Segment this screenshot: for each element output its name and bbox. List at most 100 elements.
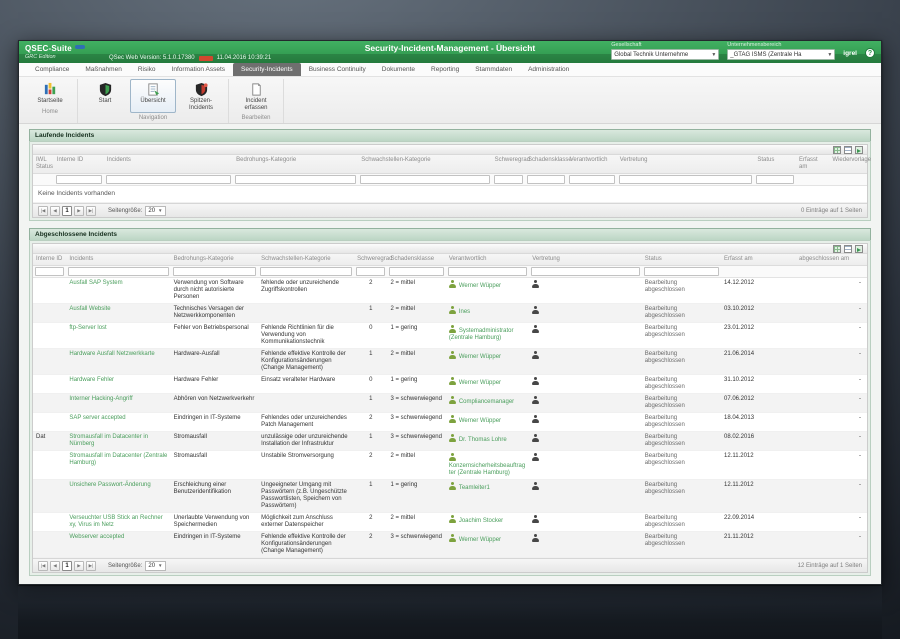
filter-input[interactable] — [105, 175, 232, 184]
column-header[interactable]: Schadensklasse — [387, 254, 446, 266]
startseite-button[interactable]: Startseite — [27, 79, 73, 107]
filter-input[interactable] — [35, 267, 65, 276]
column-header[interactable]: Interne ID — [33, 254, 67, 266]
table-row[interactable]: SAP server accepted Eindringen in IT-Syst… — [33, 412, 867, 432]
menu-item-reporting[interactable]: Reporting — [423, 63, 467, 76]
incident-link[interactable]: Unsichere Passwort-Änderung — [69, 482, 150, 488]
table-row[interactable]: ftp-Server lost Fehler von Betriebsperson… — [33, 322, 867, 349]
incident-link[interactable]: SAP server accepted — [69, 415, 125, 421]
column-header[interactable]: Bedrohungs-Kategorie — [170, 254, 259, 266]
menu-item-massnahmen[interactable]: Maßnahmen — [77, 63, 130, 76]
column-header[interactable]: Bedrohungs-Kategorie — [233, 155, 359, 174]
responsible-link[interactable]: Dr. Thomas Lohre — [459, 437, 507, 443]
table-row[interactable]: Hardware Fehler Hardware Fehler Einsatz ve… — [33, 374, 867, 394]
column-header[interactable]: Schweregrad — [491, 155, 530, 174]
filter-input[interactable] — [568, 175, 615, 184]
filter-input[interactable] — [172, 267, 257, 276]
person-icon[interactable] — [532, 280, 540, 288]
export-excel-icon[interactable] — [833, 244, 841, 253]
column-header[interactable]: Incidents — [66, 254, 171, 266]
person-icon[interactable] — [532, 306, 540, 314]
incident-link[interactable]: Ausfall SAP System — [69, 280, 122, 286]
responsible-link[interactable]: Konzernsicherheitsbeauftragter (Zentrale… — [449, 463, 525, 476]
person-icon[interactable] — [532, 453, 540, 461]
filter-input[interactable] — [618, 175, 753, 184]
filter-input[interactable] — [55, 175, 102, 184]
responsible-link[interactable]: Werner Wüpper — [459, 380, 501, 386]
incident-link[interactable]: Ausfall Website — [69, 306, 110, 312]
area-select[interactable]: _GTAG ISMS (Zentrale Ha ▼ — [727, 49, 836, 60]
column-header[interactable]: Interne ID — [53, 155, 104, 174]
responsible-link[interactable]: Werner Wüpper — [459, 537, 501, 543]
column-header[interactable]: Vertretung — [529, 254, 642, 266]
person-icon[interactable] — [532, 482, 540, 490]
menu-item-compliance[interactable]: Compliance — [27, 63, 77, 76]
table-row[interactable]: Verseuchter USB Stick an Rechner xy, Vir… — [33, 512, 867, 532]
column-header[interactable]: Vertretung — [616, 155, 755, 174]
person-icon[interactable] — [532, 434, 540, 442]
start-button[interactable]: Start — [82, 79, 128, 113]
incident-link[interactable]: Verseuchter USB Stick an Rechner xy, Vir… — [69, 515, 162, 528]
filter-input[interactable] — [235, 175, 357, 184]
person-icon[interactable] — [532, 351, 540, 359]
table-row[interactable]: Interner Hacking-Angriff Abhören von Netz… — [33, 393, 867, 413]
export-data-icon[interactable] — [855, 145, 863, 154]
first-page-button[interactable]: |◀ — [38, 560, 48, 571]
first-page-button[interactable]: |◀ — [38, 205, 48, 216]
filter-input[interactable] — [493, 175, 524, 184]
responsible-link[interactable]: Ines — [459, 309, 470, 315]
export-doc-icon[interactable] — [844, 145, 852, 154]
responsible-link[interactable]: Werner Wüpper — [459, 418, 501, 424]
next-page-button[interactable]: ▶ — [74, 205, 84, 216]
export-data-icon[interactable] — [855, 244, 863, 253]
column-header[interactable]: Wiedervorlage — [829, 155, 871, 174]
responsible-link[interactable]: Werner Wüpper — [459, 354, 501, 360]
page-size-select[interactable]: 20 ▼ — [145, 560, 166, 571]
column-header[interactable]: abgeschlossen am — [796, 254, 867, 266]
help-button[interactable]: ? — [865, 48, 875, 58]
menu-item-information-assets[interactable]: Information Assets — [164, 63, 233, 76]
filter-input[interactable] — [360, 175, 490, 184]
table-row[interactable]: Unsichere Passwort-Änderung Erschleichung… — [33, 479, 867, 513]
menu-item-dokumente[interactable]: Dokumente — [374, 63, 423, 76]
incident-link[interactable]: Webserver accepted — [69, 534, 124, 540]
column-header[interactable]: Verantwortlich — [566, 155, 617, 174]
responsible-link[interactable]: Werner Wüpper — [459, 283, 501, 289]
spitzen-incidents-button[interactable]: Spitzen-Incidents — [178, 79, 224, 113]
filter-input[interactable] — [389, 267, 444, 276]
previous-page-button[interactable]: ◀ — [50, 560, 60, 571]
person-icon[interactable] — [532, 396, 540, 404]
current-page-button[interactable]: 1 — [62, 205, 72, 216]
filter-input[interactable] — [756, 175, 795, 184]
previous-page-button[interactable]: ◀ — [50, 205, 60, 216]
filter-input[interactable] — [531, 267, 640, 276]
column-header[interactable]: Schadensklasse — [525, 155, 572, 174]
filter-input[interactable] — [447, 267, 528, 276]
table-row[interactable]: Hardware Ausfall Netzwerkkarte Hardware-A… — [33, 348, 867, 375]
menu-item-risiko[interactable]: Risiko — [130, 63, 164, 76]
person-icon[interactable] — [532, 325, 540, 333]
incident-link[interactable]: Stromausfall im Datacenter (Zentrale Ham… — [69, 453, 167, 466]
incident-link[interactable]: ftp-Server lost — [69, 325, 106, 331]
column-header[interactable]: Incidents — [103, 155, 234, 174]
table-row[interactable]: Webserver accepted Eindringen in IT-Syste… — [33, 531, 867, 558]
table-row[interactable]: Dat Stromausfall im Datacenter in Nürnber… — [33, 431, 867, 451]
column-header[interactable]: Schwachstellen-Kategorie — [258, 254, 355, 266]
incident-link[interactable]: Interner Hacking-Angriff — [69, 396, 132, 402]
person-icon[interactable] — [532, 515, 540, 523]
uebersicht-button[interactable]: Übersicht — [130, 79, 176, 113]
table-row[interactable]: Ausfall Website Technisches Versagen der … — [33, 303, 867, 323]
table-row[interactable]: Ausfall SAP System Verwendung von Softwar… — [33, 277, 867, 304]
incident-link[interactable]: Hardware Fehler — [69, 377, 114, 383]
filter-input[interactable] — [527, 175, 565, 184]
filter-input[interactable] — [260, 267, 353, 276]
responsible-link[interactable]: Compliancemanager — [459, 399, 514, 405]
column-header[interactable]: IWL Status — [33, 155, 54, 174]
column-header[interactable]: Erfasst am — [796, 155, 830, 174]
menu-item-administration[interactable]: Administration — [520, 63, 577, 76]
incident-link[interactable]: Hardware Ausfall Netzwerkkarte — [69, 351, 154, 357]
column-header[interactable]: Status — [754, 155, 797, 174]
column-header[interactable]: Schweregrad — [354, 254, 392, 266]
last-page-button[interactable]: ▶| — [86, 560, 96, 571]
column-header[interactable]: Erfasst am — [721, 254, 797, 266]
